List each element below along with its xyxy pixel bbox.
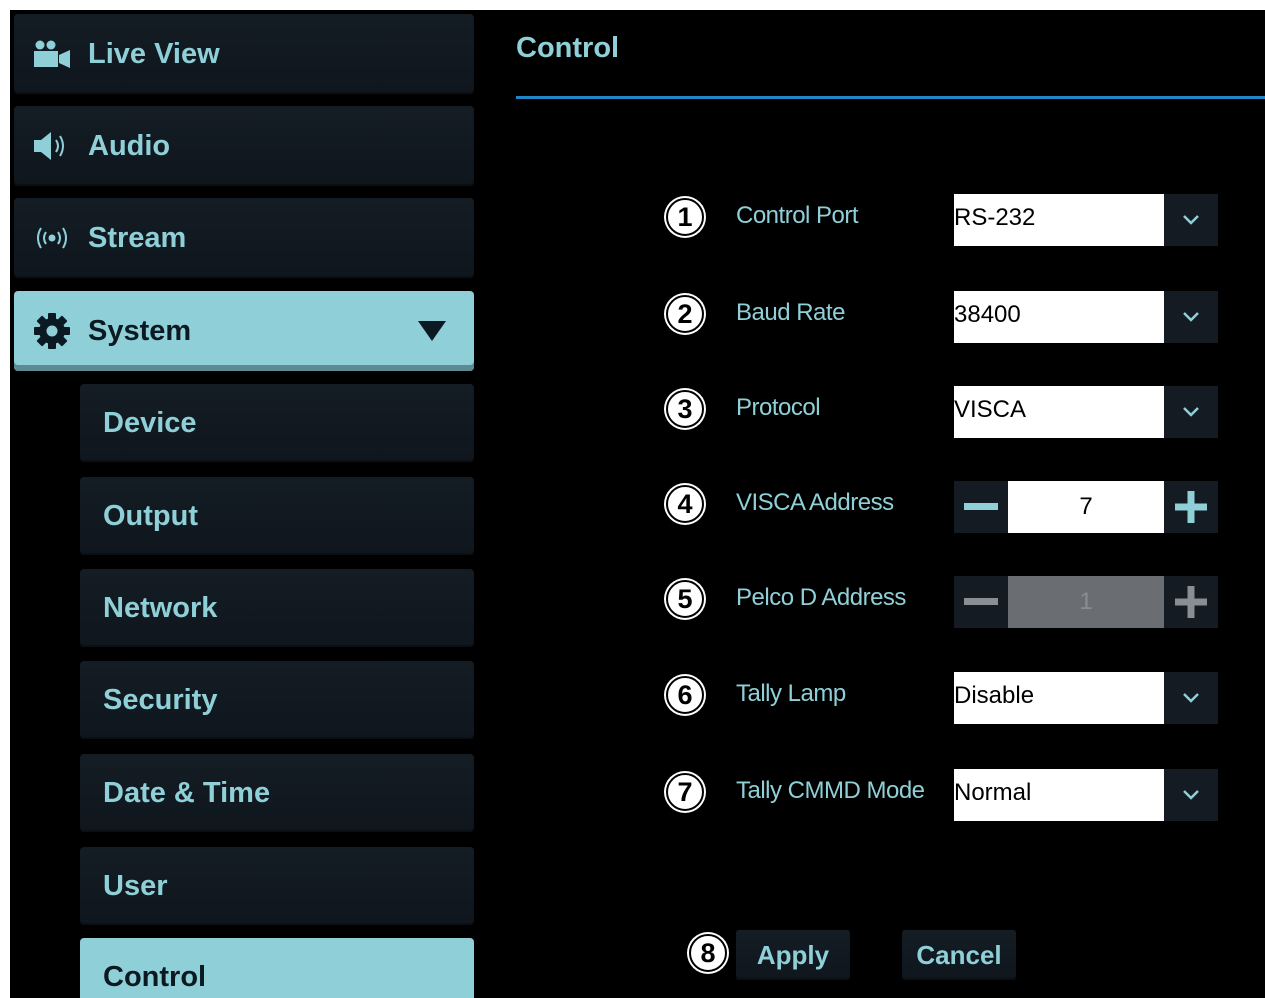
sidebar-item-label: Audio — [88, 129, 171, 162]
tally-lamp-row: 6 Tally Lamp Disable — [666, 672, 1226, 726]
chevron-down-icon[interactable] — [1164, 386, 1218, 438]
baud-rate-label: Baud Rate — [736, 299, 845, 326]
sidebar-subitem-label: Network — [103, 591, 218, 624]
broadcast-icon — [30, 216, 74, 260]
select-value: Normal — [954, 779, 1032, 806]
pelco-d-address-label: Pelco D Address — [736, 584, 906, 611]
callout-badge: 7 — [666, 773, 704, 811]
sidebar-subitem-label: Output — [103, 499, 199, 532]
tally-lamp-label: Tally Lamp — [736, 680, 846, 707]
control-port-select[interactable]: RS-232 — [954, 194, 1218, 246]
sidebar-item-label: Stream — [88, 221, 187, 254]
pelco-d-address-row: 5 Pelco D Address 1 — [666, 576, 1226, 630]
sidebar-subitem-date-time[interactable]: Date & Time — [80, 754, 474, 832]
sidebar-subitem-control[interactable]: Control — [80, 938, 474, 998]
pelco-d-address-stepper: 1 — [954, 576, 1218, 628]
tally-lamp-select[interactable]: Disable — [954, 672, 1218, 724]
decrement-button[interactable] — [954, 481, 1008, 533]
page-title: Control — [516, 32, 620, 64]
control-port-row: 1 Control Port RS-232 — [666, 194, 1226, 248]
chevron-down-icon[interactable] — [1164, 769, 1218, 821]
tally-cmmd-mode-select[interactable]: Normal — [954, 769, 1218, 821]
sidebar-item-system[interactable]: System — [14, 291, 474, 371]
visca-address-input[interactable]: 7 — [1008, 481, 1164, 533]
pelco-d-address-input: 1 — [1008, 576, 1164, 628]
callout-badge: 6 — [666, 676, 704, 714]
baud-rate-select[interactable]: 38400 — [954, 291, 1218, 343]
sidebar-item-stream[interactable]: Stream — [14, 198, 474, 278]
increment-button[interactable] — [1164, 481, 1218, 533]
sidebar-subitem-network[interactable]: Network — [80, 569, 474, 647]
tally-cmmd-mode-row: 7 Tally CMMD Mode Normal — [666, 769, 1226, 823]
select-value: VISCA — [954, 396, 1027, 423]
tally-cmmd-mode-label: Tally CMMD Mode — [736, 777, 925, 804]
protocol-row: 3 Protocol VISCA — [666, 386, 1226, 440]
apply-button[interactable]: Apply — [736, 930, 850, 980]
chevron-down-icon[interactable] — [1164, 672, 1218, 724]
title-divider — [516, 96, 1265, 99]
chevron-down-icon[interactable] — [1164, 194, 1218, 246]
gear-icon — [30, 309, 74, 353]
caret-down-icon — [418, 321, 446, 341]
callout-badge: 2 — [666, 295, 704, 333]
sidebar-subitem-label: Date & Time — [103, 776, 271, 809]
protocol-select[interactable]: VISCA — [954, 386, 1218, 438]
visca-address-stepper: 7 — [954, 481, 1218, 533]
sidebar-subitem-device[interactable]: Device — [80, 384, 474, 462]
cancel-button[interactable]: Cancel — [902, 930, 1016, 980]
sidebar-subitem-user[interactable]: User — [80, 847, 474, 925]
sidebar-item-live-view[interactable]: Live View — [14, 14, 474, 94]
app-frame: Live View Audio Stream System Device Out… — [10, 10, 1265, 998]
callout-badge: 4 — [666, 485, 704, 523]
sidebar-subitem-label: Device — [103, 406, 197, 439]
sidebar-item-audio[interactable]: Audio — [14, 106, 474, 186]
decrement-button — [954, 576, 1008, 628]
baud-rate-row: 2 Baud Rate 38400 — [666, 291, 1226, 345]
camera-icon — [30, 32, 74, 76]
callout-badge: 3 — [666, 390, 704, 428]
select-value: 38400 — [954, 301, 1021, 328]
callout-badge: 8 — [689, 934, 727, 972]
increment-button — [1164, 576, 1218, 628]
callout-badge: 1 — [666, 198, 704, 236]
sidebar-item-label: Live View — [88, 37, 220, 70]
sidebar-subitem-security[interactable]: Security — [80, 661, 474, 739]
chevron-down-icon[interactable] — [1164, 291, 1218, 343]
select-value: Disable — [954, 682, 1035, 709]
select-value: RS-232 — [954, 204, 1036, 231]
sidebar-subitem-label: User — [103, 869, 168, 902]
sidebar-subitem-output[interactable]: Output — [80, 477, 474, 555]
sidebar-item-label: System — [88, 314, 192, 347]
visca-address-row: 4 VISCA Address 7 — [666, 481, 1226, 535]
callout-badge: 5 — [666, 580, 704, 618]
sidebar-subitem-label: Control — [103, 960, 207, 993]
control-port-label: Control Port — [736, 202, 859, 229]
speaker-icon — [30, 124, 74, 168]
protocol-label: Protocol — [736, 394, 821, 421]
sidebar-subitem-label: Security — [103, 683, 218, 716]
visca-address-label: VISCA Address — [736, 489, 894, 516]
